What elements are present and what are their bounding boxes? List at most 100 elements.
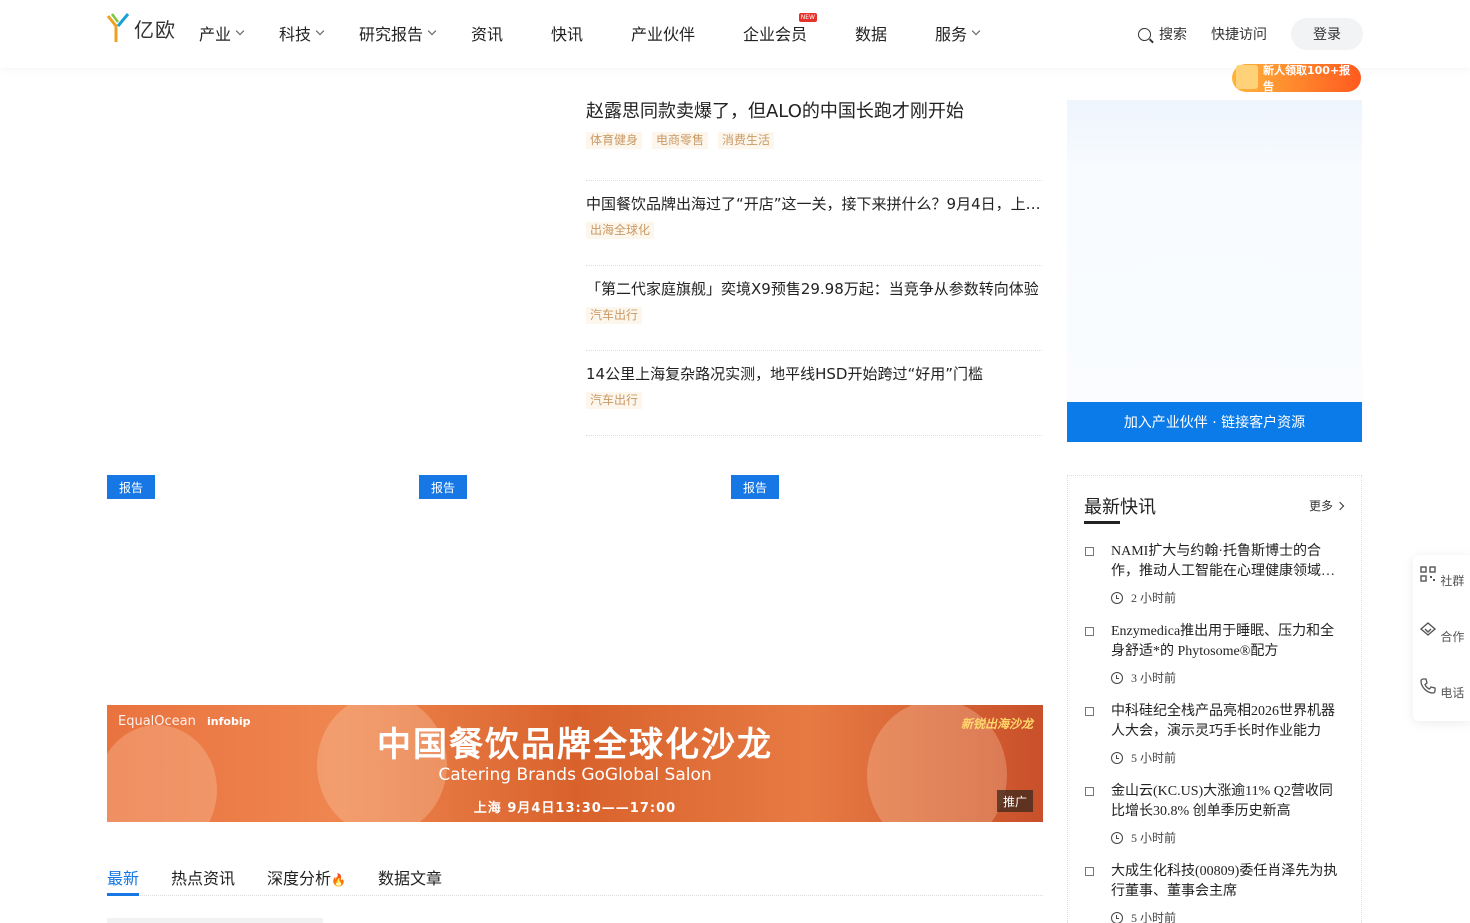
- ad-badge: 推广: [997, 790, 1033, 812]
- side-toolbar: 社群 合作 电话: [1413, 555, 1470, 721]
- side-label: 社群: [1440, 574, 1465, 588]
- news-tag[interactable]: 出海全球化: [586, 222, 655, 239]
- login-button[interactable]: 登录: [1291, 18, 1363, 50]
- flash-list: NAMI扩大与约翰·托鲁斯博士的合作，推动人工智能在心理健康领域的应用 2 小时…: [1084, 542, 1346, 923]
- site-logo[interactable]: 亿欧: [106, 12, 176, 44]
- flash-text[interactable]: 金山云(KC.US)大涨逾11% Q2营收同比增长30.8% 创单季历史新高: [1111, 782, 1346, 822]
- new-user-promo[interactable]: 新人领取100+报告: [1232, 64, 1361, 93]
- tab-hot-news[interactable]: 热点资讯: [171, 865, 235, 896]
- side-item-cooperation[interactable]: 合作: [1413, 621, 1470, 645]
- banner-date: 上海 9月4日13:30——17:00: [473, 801, 677, 816]
- time-text: 5 小时前: [1131, 751, 1177, 765]
- news-tag[interactable]: 汽车出行: [586, 392, 643, 409]
- nav-item-flash[interactable]: 快讯: [551, 22, 631, 44]
- news-item[interactable]: 14公里上海复杂路况实测，地平线HSD开始跨过“好用”门槛 汽车出行: [586, 351, 1042, 436]
- time-text: 2 小时前: [1131, 591, 1177, 605]
- side-item-community[interactable]: 社群: [1413, 565, 1470, 589]
- gift-icon: [1236, 65, 1258, 89]
- flash-time: 5 小时前: [1111, 829, 1346, 846]
- flash-text[interactable]: NAMI扩大与约翰·托鲁斯博士的合作，推动人工智能在心理健康领域的应用: [1111, 542, 1346, 582]
- clock-icon: [1111, 591, 1123, 604]
- partner-ad[interactable]: 加入产业伙伴 · 链接客户资源: [1067, 100, 1362, 442]
- news-item[interactable]: 「第二代家庭旗舰」奕境X9预售29.98万起：当竞争从参数转向体验 汽车出行: [586, 266, 1042, 351]
- bullet-icon: [1085, 707, 1094, 716]
- nav-label: 数据: [855, 25, 888, 44]
- article-placeholder: [107, 918, 323, 923]
- flash-item[interactable]: NAMI扩大与约翰·托鲁斯博士的合作，推动人工智能在心理健康领域的应用 2 小时…: [1084, 542, 1346, 622]
- side-label: 电话: [1440, 686, 1465, 700]
- news-tag[interactable]: 消费生活: [718, 132, 775, 149]
- time-text: 3 小时前: [1131, 671, 1177, 685]
- bullet-icon: [1085, 787, 1094, 796]
- phone-icon: [1419, 678, 1436, 694]
- promo-label: 新人领取100+报告: [1263, 64, 1351, 93]
- report-badge: 报告: [419, 475, 467, 499]
- nav-label: 快讯: [551, 25, 584, 44]
- news-tag[interactable]: 汽车出行: [586, 307, 643, 324]
- nav-item-news[interactable]: 资讯: [471, 22, 551, 44]
- nav-label: 服务: [935, 25, 968, 44]
- nav-item-services[interactable]: 服务: [935, 22, 1015, 44]
- clock-icon: [1111, 671, 1123, 684]
- nav-item-partners[interactable]: 产业伙伴: [631, 22, 743, 44]
- fire-icon: 🔥: [331, 873, 346, 887]
- tab-label: 数据文章: [378, 869, 443, 888]
- flash-text[interactable]: 大成生化科技(00809)委任肖泽先为执行董事、董事会主席: [1111, 862, 1346, 902]
- bullet-icon: [1085, 867, 1094, 876]
- chevron-down-icon: [971, 26, 981, 36]
- news-tag[interactable]: 电商零售: [652, 132, 709, 149]
- flash-item[interactable]: 金山云(KC.US)大涨逾11% Q2营收同比增长30.8% 创单季历史新高 5…: [1084, 782, 1346, 862]
- flash-time: 5 小时前: [1111, 749, 1346, 766]
- news-title[interactable]: 14公里上海复杂路况实测，地平线HSD开始跨过“好用”门槛: [586, 363, 1042, 385]
- chevron-down-icon: [427, 26, 437, 36]
- time-text: 5 小时前: [1131, 831, 1177, 845]
- tab-deep-analysis[interactable]: 深度分析🔥: [267, 865, 346, 896]
- flash-item[interactable]: 大成生化科技(00809)委任肖泽先为执行董事、董事会主席 5 小时前: [1084, 862, 1346, 923]
- quick-access-link[interactable]: 快捷访问: [1211, 24, 1267, 44]
- tab-label: 最新: [107, 869, 140, 888]
- site-header: 亿欧 产业 科技 研究报告 资讯 快讯 产业伙伴 企业会员 NEW 数据 服务: [0, 0, 1470, 68]
- nav-label: 研究报告: [359, 25, 424, 44]
- news-item[interactable]: 赵露思同款卖爆了，但ALO的中国长跑才刚开始 体育健身 电商零售 消费生活: [586, 96, 1042, 181]
- news-title[interactable]: 中国餐饮品牌出海过了“开店”这一关，接下来拼什么？9月4日，上海见: [586, 193, 1042, 215]
- nav-item-membership[interactable]: 企业会员 NEW: [743, 13, 855, 44]
- nav-label: 产业: [199, 25, 232, 44]
- header-actions: 搜索 快捷访问 登录: [1138, 18, 1363, 50]
- nav-item-data[interactable]: 数据: [855, 22, 935, 44]
- more-link[interactable]: 更多: [1309, 497, 1345, 514]
- news-tag[interactable]: 体育健身: [586, 132, 643, 149]
- banner-logo-right: 新锐出海沙龙: [960, 717, 1033, 731]
- flash-text[interactable]: Enzymedica推出用于睡眠、压力和全身舒适*的 Phytosome®配方: [1111, 622, 1346, 662]
- logo-icon: [106, 13, 130, 42]
- logo-text: 亿欧: [134, 17, 176, 42]
- chevron-down-icon: [315, 26, 325, 36]
- nav-item-industry[interactable]: 产业: [199, 22, 279, 44]
- side-item-phone[interactable]: 电话: [1413, 677, 1470, 701]
- bullet-icon: [1085, 627, 1094, 636]
- promo-banner[interactable]: EqualOcean infobip 中国餐饮品牌全球化沙龙 Catering …: [107, 705, 1043, 822]
- nav-label: 资讯: [471, 25, 504, 44]
- banner-subtitle: Catering Brands GoGlobal Salon: [438, 765, 712, 785]
- join-partner-button[interactable]: 加入产业伙伴 · 链接客户资源: [1067, 402, 1362, 442]
- report-badge: 报告: [731, 475, 779, 499]
- flash-time: 2 小时前: [1111, 589, 1346, 606]
- news-title[interactable]: 赵露思同款卖爆了，但ALO的中国长跑才刚开始: [586, 99, 1042, 125]
- news-title[interactable]: 「第二代家庭旗舰」奕境X9预售29.98万起：当竞争从参数转向体验: [586, 278, 1042, 300]
- nav-label: 科技: [279, 25, 312, 44]
- nav-item-tech[interactable]: 科技: [279, 22, 359, 44]
- time-text: 5 小时前: [1131, 911, 1177, 923]
- flash-text[interactable]: 中科硅纪全栈产品亮相2026世界机器人大会，演示灵巧手长时作业能力: [1111, 702, 1346, 742]
- search-button[interactable]: 搜索: [1138, 24, 1187, 44]
- flash-title: 最新快讯: [1084, 497, 1156, 518]
- tab-latest[interactable]: 最新: [107, 865, 140, 896]
- search-icon: [1138, 27, 1151, 41]
- nav-item-reports[interactable]: 研究报告: [359, 22, 471, 44]
- featured-news-list: 赵露思同款卖爆了，但ALO的中国长跑才刚开始 体育健身 电商零售 消费生活 中国…: [586, 96, 1042, 436]
- news-item[interactable]: 中国餐饮品牌出海过了“开店”这一关，接下来拼什么？9月4日，上海见 出海全球化: [586, 181, 1042, 266]
- bullet-icon: [1085, 547, 1094, 556]
- flash-item[interactable]: Enzymedica推出用于睡眠、压力和全身舒适*的 Phytosome®配方 …: [1084, 622, 1346, 702]
- news-tags: 体育健身 电商零售 消费生活: [586, 132, 1042, 149]
- handshake-icon: [1419, 622, 1436, 636]
- tab-data-articles[interactable]: 数据文章: [378, 865, 442, 896]
- flash-item[interactable]: 中科硅纪全栈产品亮相2026世界机器人大会，演示灵巧手长时作业能力 5 小时前: [1084, 702, 1346, 782]
